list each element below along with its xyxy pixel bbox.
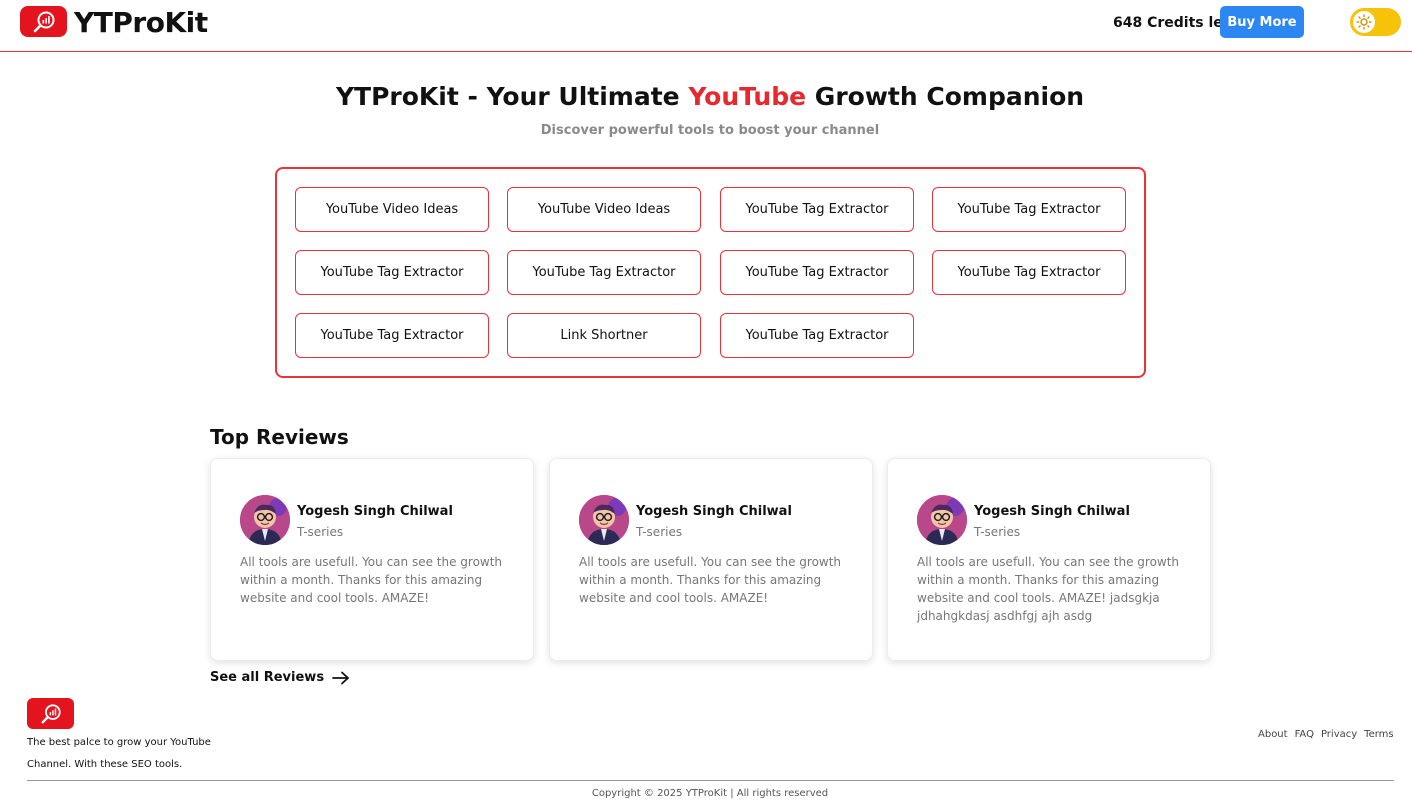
brand-name[interactable]: YTProKit bbox=[74, 5, 208, 41]
tool-button[interactable]: YouTube Tag Extractor bbox=[932, 187, 1126, 232]
reviewer-channel: T-series bbox=[974, 525, 1021, 539]
footer-link-faq[interactable]: FAQ bbox=[1295, 728, 1314, 742]
page-title: YTProKit - Your Ultimate YouTube Growth … bbox=[0, 80, 1412, 114]
page-subtitle: Discover powerful tools to boost your ch… bbox=[540, 123, 880, 138]
avatar bbox=[917, 495, 967, 545]
review-text: All tools are usefull. You can see the g… bbox=[579, 555, 842, 605]
tool-button[interactable]: YouTube Tag Extractor bbox=[507, 250, 701, 295]
tool-button[interactable]: YouTube Tag Extractor bbox=[720, 187, 914, 232]
title-part-1: YTProKit - Your Ultimate bbox=[335, 82, 689, 111]
reviewer-name: Yogesh Singh Chilwal bbox=[297, 504, 453, 519]
tool-button-link-shortner[interactable]: Link Shortner bbox=[507, 313, 701, 358]
review-text: All tools are usefull. You can see the g… bbox=[240, 555, 503, 605]
reviewer-name: Yogesh Singh Chilwal bbox=[974, 504, 1130, 519]
review-card: Yogesh Singh Chilwal T-series All tools … bbox=[549, 458, 873, 661]
tool-button[interactable]: YouTube Tag Extractor bbox=[295, 250, 489, 295]
credits-counter: 648 Credits left bbox=[1113, 15, 1236, 31]
logo-icon[interactable] bbox=[20, 6, 67, 37]
footer-links: About FAQ Privacy Terms bbox=[1258, 728, 1394, 742]
copyright-text: Copyright © 2025 YTProKit | All rights r… bbox=[591, 788, 829, 799]
theme-toggle[interactable] bbox=[1350, 8, 1401, 36]
buy-more-button[interactable]: Buy More bbox=[1220, 6, 1304, 38]
reviewer-channel: T-series bbox=[636, 525, 683, 539]
tool-button[interactable]: YouTube Video Ideas bbox=[507, 187, 701, 232]
review-text: All tools are usefull. You can see the g… bbox=[917, 555, 1180, 623]
footer-logo-icon[interactable] bbox=[27, 698, 74, 729]
tool-button[interactable]: YouTube Tag Extractor bbox=[295, 313, 489, 358]
footer-link-about[interactable]: About bbox=[1258, 728, 1288, 742]
title-highlight: YouTube bbox=[688, 82, 807, 111]
reviews-heading: Top Reviews bbox=[210, 425, 349, 449]
footer-divider bbox=[27, 780, 1394, 781]
tool-button[interactable]: YouTube Tag Extractor bbox=[720, 250, 914, 295]
title-part-2: Growth Companion bbox=[806, 82, 1085, 111]
see-all-reviews-link[interactable]: See all Reviews bbox=[210, 669, 350, 687]
tool-button[interactable]: YouTube Video Ideas bbox=[295, 187, 489, 232]
footer-link-privacy[interactable]: Privacy bbox=[1321, 728, 1357, 742]
sun-icon bbox=[1356, 14, 1372, 30]
footer-tagline: The best palce to grow your YouTube Chan… bbox=[27, 737, 211, 770]
reviewer-channel: T-series bbox=[297, 525, 344, 539]
arrow-right-icon bbox=[332, 671, 349, 685]
reviewer-name: Yogesh Singh Chilwal bbox=[636, 504, 792, 519]
footer-link-terms[interactable]: Terms bbox=[1364, 728, 1393, 742]
review-card: Yogesh Singh Chilwal T-series All tools … bbox=[210, 458, 534, 661]
tool-button[interactable]: YouTube Tag Extractor bbox=[932, 250, 1126, 295]
site-header: YTProKit 648 Credits left Buy More bbox=[0, 0, 1412, 52]
avatar bbox=[240, 495, 290, 545]
review-card: Yogesh Singh Chilwal T-series All tools … bbox=[887, 458, 1211, 661]
avatar bbox=[579, 495, 629, 545]
toggle-knob bbox=[1353, 11, 1375, 33]
tools-grid: YouTube Video Ideas YouTube Video Ideas … bbox=[275, 167, 1146, 378]
see-all-label: See all Reviews bbox=[210, 670, 325, 685]
tool-button[interactable]: YouTube Tag Extractor bbox=[720, 313, 914, 358]
